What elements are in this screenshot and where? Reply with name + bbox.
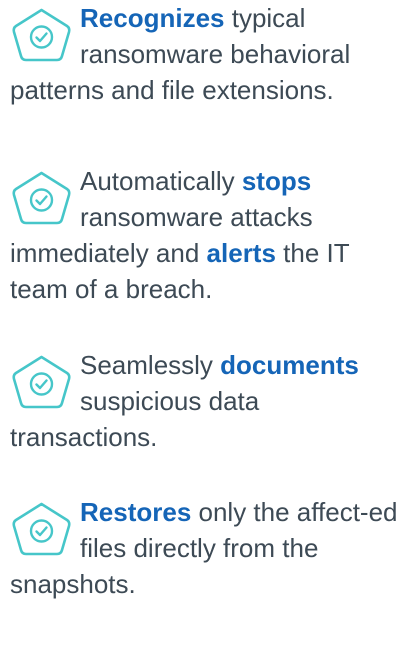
check-badge-icon: [10, 500, 73, 562]
check-badge-icon: [10, 6, 73, 68]
feature-keyword: documents: [220, 350, 359, 380]
feature-keyword-2: alerts: [206, 238, 276, 268]
feature-lead: Seamlessly: [80, 350, 221, 380]
feature-item-stops: Automatically stops ransomware attacks i…: [10, 163, 402, 307]
feature-keyword: stops: [241, 166, 312, 196]
feature-item-documents: Seamlessly documents suspicious data tra…: [10, 347, 402, 455]
feature-keyword: Recognizes: [80, 3, 225, 33]
feature-lead: Automatically: [80, 166, 242, 196]
feature-keyword: Restores: [80, 497, 192, 527]
check-badge-icon: [10, 353, 73, 415]
feature-item-recognizes: Recognizes typical ransomware behavioral…: [10, 0, 402, 108]
check-badge-icon: [10, 169, 73, 231]
feature-item-restores: Restores only the affect-ed files direct…: [10, 494, 402, 602]
